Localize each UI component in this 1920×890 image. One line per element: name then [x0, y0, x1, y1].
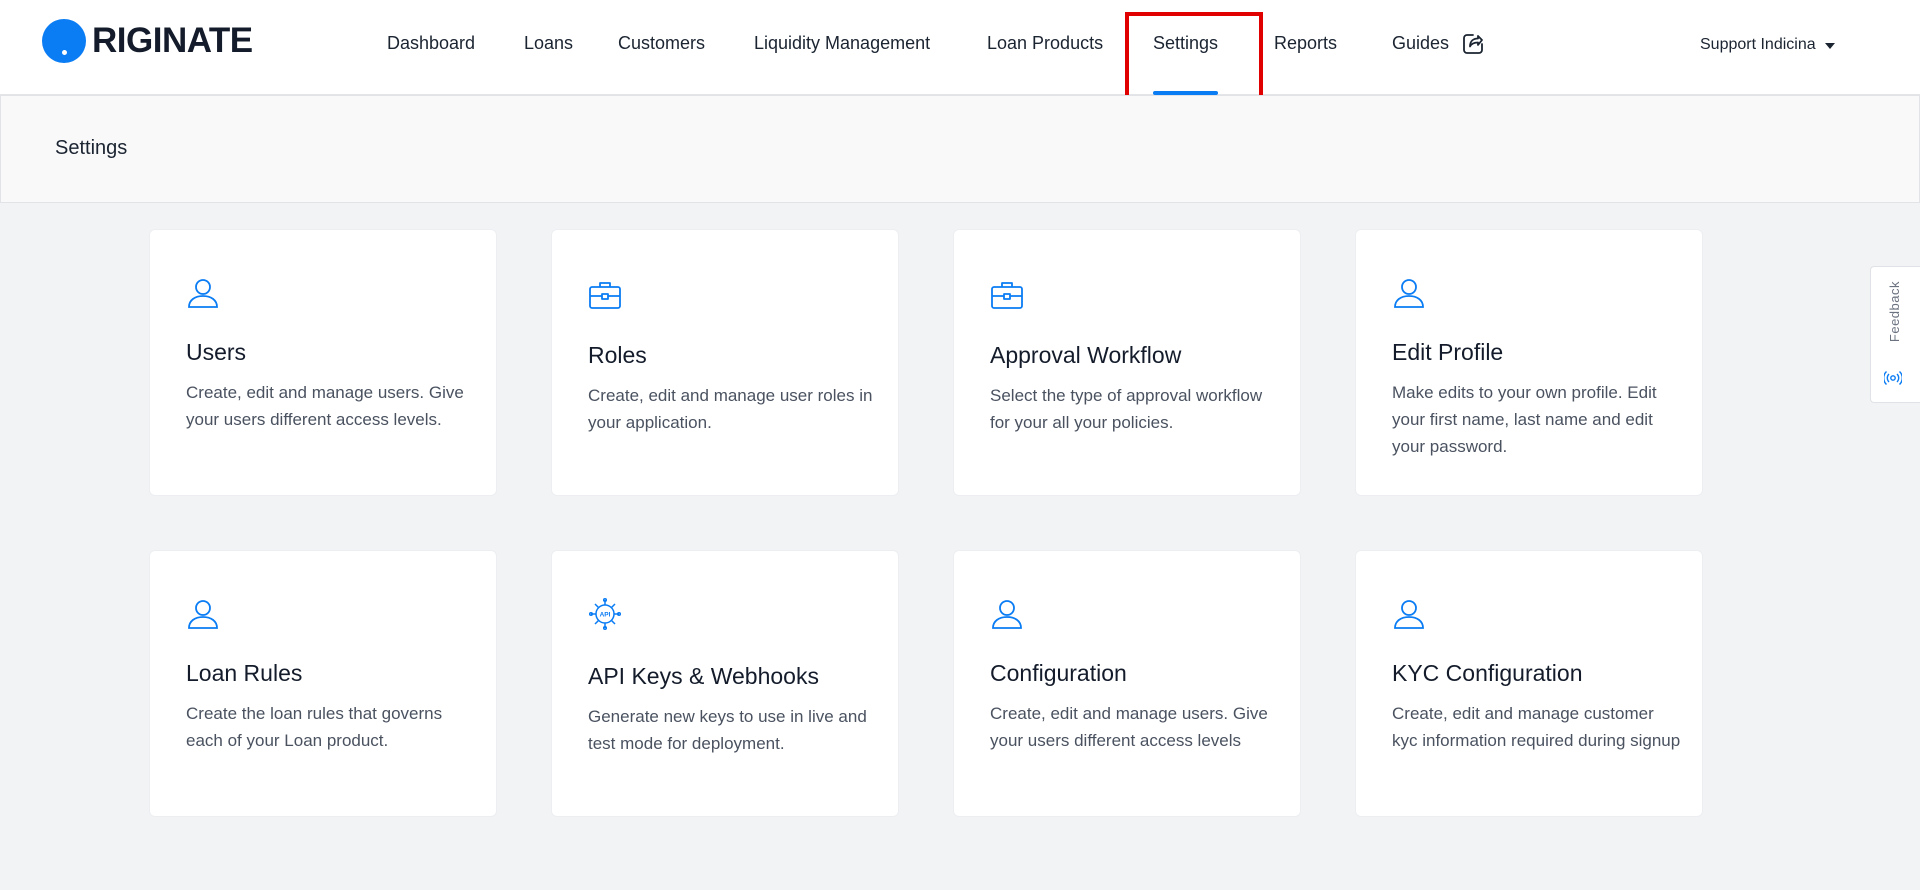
- card-loan-rules[interactable]: Loan Rules Create the loan rules that go…: [149, 550, 497, 817]
- user-icon: [1394, 279, 1424, 308]
- briefcase-icon: [589, 282, 621, 309]
- nav-dashboard[interactable]: Dashboard: [387, 0, 475, 95]
- top-navbar: RIGINATE Dashboard Loans Customers Liqui…: [0, 0, 1920, 95]
- card-description: Generate new keys to use in live and tes…: [588, 707, 867, 753]
- logo[interactable]: RIGINATE: [42, 18, 253, 64]
- nav-label: Liquidity Management: [754, 33, 931, 53]
- user-icon: [992, 600, 1022, 629]
- nav-label: Settings: [1153, 33, 1219, 53]
- logo-mark: [42, 19, 86, 63]
- card-description: Create, edit and manage user roles in yo…: [588, 386, 873, 432]
- user-menu[interactable]: Support Indicina: [1700, 36, 1835, 54]
- card-edit-profile[interactable]: Edit Profile Make edits to your own prof…: [1355, 229, 1703, 496]
- nav-loan-products[interactable]: Loan Products: [987, 0, 1103, 95]
- nav-settings[interactable]: Settings: [1153, 0, 1219, 95]
- card-title: API Keys & Webhooks: [588, 663, 819, 689]
- card-description: Create the loan rules that governs each …: [186, 704, 443, 750]
- nav-label: Loan Products: [987, 33, 1104, 53]
- card-title: Roles: [588, 342, 647, 368]
- feedback-tab[interactable]: Feedback: [1870, 266, 1920, 403]
- nav-customers[interactable]: Customers: [618, 0, 705, 95]
- nav-loans[interactable]: Loans: [524, 0, 573, 95]
- card-description: Select the type of approval workflow for…: [990, 386, 1263, 432]
- card-configuration[interactable]: Configuration Create, edit and manage us…: [953, 550, 1301, 817]
- nav-reports[interactable]: Reports: [1274, 0, 1337, 95]
- card-approval-workflow[interactable]: Approval Workflow Select the type of app…: [953, 229, 1301, 496]
- card-title: KYC Configuration: [1392, 660, 1583, 686]
- nav-label: Dashboard: [387, 33, 476, 53]
- card-title: Configuration: [990, 660, 1127, 686]
- user-icon: [188, 600, 218, 629]
- card-users[interactable]: Users Create, edit and manage users. Giv…: [149, 229, 497, 496]
- api-icon-text: API: [600, 612, 611, 619]
- card-description: Create, edit and manage users. Give your…: [186, 383, 464, 429]
- nav-label: Loans: [524, 33, 574, 53]
- feedback-icon: [1884, 370, 1902, 386]
- nav-label: Reports: [1274, 33, 1338, 53]
- logo-text: RIGINATE: [92, 21, 253, 60]
- nav-liquidity-management[interactable]: Liquidity Management: [754, 0, 930, 95]
- card-kyc-configuration[interactable]: KYC Configuration Create, edit and manag…: [1355, 550, 1703, 817]
- nav-guides[interactable]: Guides: [1392, 0, 1485, 95]
- nav-label: Customers: [618, 33, 706, 53]
- user-icon: [1394, 600, 1424, 629]
- page-header: Settings: [0, 95, 1920, 203]
- card-roles[interactable]: Roles Create, edit and manage user roles…: [551, 229, 899, 496]
- card-title: Approval Workflow: [990, 342, 1182, 368]
- card-api-keys-webhooks[interactable]: API API Keys & Webhooks Generate new key…: [551, 550, 899, 817]
- user-name: Support Indicina: [1700, 36, 1816, 53]
- page-title: Settings: [55, 137, 128, 159]
- card-title: Loan Rules: [186, 660, 303, 686]
- briefcase-icon: [991, 282, 1023, 309]
- card-title: Users: [186, 339, 247, 365]
- caret-down-icon: [1824, 43, 1835, 49]
- card-description: Make edits to your own profile. Edit you…: [1392, 383, 1657, 456]
- external-link-icon: [1463, 34, 1483, 54]
- card-description: Create, edit and manage users. Give your…: [990, 704, 1268, 750]
- user-icon: [188, 279, 218, 308]
- nav-label: Guides: [1392, 33, 1450, 53]
- feedback-label: Feedback: [1887, 281, 1902, 343]
- api-gear-icon: API: [588, 597, 622, 631]
- card-title: Edit Profile: [1392, 339, 1504, 365]
- card-description: Create, edit and manage customer kyc inf…: [1392, 704, 1681, 750]
